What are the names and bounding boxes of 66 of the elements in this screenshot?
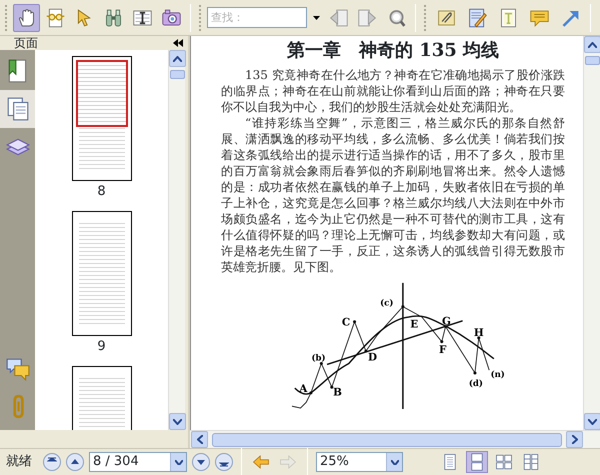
chevron-up-icon <box>588 42 597 48</box>
forward-arrow-icon <box>279 453 297 471</box>
chart-label: E <box>410 318 418 330</box>
scroll-left-button[interactable] <box>191 431 208 448</box>
find-previous-icon <box>328 6 349 28</box>
scroll-thumb[interactable] <box>585 56 600 65</box>
page-thumbnail[interactable] <box>72 211 132 336</box>
tool-button[interactable] <box>13 4 40 32</box>
caret-icon <box>174 460 182 464</box>
body-paragraph: “谁持彩练当空舞”，示意图三，格兰威尔氏的那条自然舒展、潇洒飘逸的移动平均线，多么流畅、多么优美！倘若我们按着这条弧线给出的提示进行适当操作的话，用不了多久，股市里的百万富翁就会象雨后春笋似的齐刷刷地冒将出来。然令人遗憾的是：成功者依然在赢钱的单子上加码，失败者依旧在亏损的单子上补仓，这究竟是怎么回事？格兰威尔均线八大法则在中外市场颇负盛名，迄今为止它仍然是一种不可替代的测市工具，这有什么值得怀疑的吗？理论上无懈可击，均线参数却大有问题，或许是格老先生留了一手，反正，这条诱人的弧线曾引得无数股市英雄竞折腰。见下图。 <box>221 115 565 275</box>
panel-title: 页面 <box>14 36 38 52</box>
next-page-button[interactable] <box>192 453 210 471</box>
pages-icon <box>4 96 30 122</box>
panel-tab[interactable] <box>0 90 35 128</box>
dropdown-caret-icon <box>312 16 320 20</box>
previous-page-icon <box>70 457 80 467</box>
chart-label: (d) <box>468 379 483 390</box>
chevron-left-icon <box>196 435 202 444</box>
text-box-icon <box>498 6 519 28</box>
chart-label: H <box>474 327 484 339</box>
last-page-button[interactable] <box>215 453 233 471</box>
scroll-up-button[interactable] <box>169 50 186 67</box>
zoom-combo[interactable]: 25% <box>316 452 403 472</box>
status-text: 就绪 <box>6 453 32 472</box>
chevron-down-icon <box>173 418 182 424</box>
next-page-icon <box>196 457 206 467</box>
chart-label: G <box>442 316 451 328</box>
find-next-icon <box>357 6 378 28</box>
chevron-down-icon <box>588 418 597 424</box>
binoculars-icon <box>103 6 124 28</box>
view-mode-button[interactable] <box>466 451 488 473</box>
chart-label: (b) <box>312 354 326 364</box>
pencil-note-icon <box>467 6 488 28</box>
page-thumbnail[interactable] <box>72 56 132 181</box>
scroll-thumb[interactable] <box>212 432 562 446</box>
continuous-facing-icon <box>522 453 540 471</box>
scroll-down-button[interactable] <box>169 413 186 430</box>
page-number-combo[interactable]: 8 / 304 <box>89 452 187 472</box>
chart-label: A <box>299 382 308 395</box>
chart-label: F <box>439 344 446 356</box>
chart-label: C <box>342 316 350 329</box>
chart-label: (n) <box>490 370 505 380</box>
current-view-frame <box>76 60 128 127</box>
scroll-down-button[interactable] <box>584 413 600 430</box>
scroll-right-button[interactable] <box>566 431 583 448</box>
hand-icon <box>16 6 37 28</box>
glasses-icon <box>45 6 66 28</box>
chevron-up-icon <box>173 56 182 62</box>
caret-icon <box>390 460 398 464</box>
body-paragraph: 135 究竟神奇在什么地方？神奇在它准确地揭示了股价涨跌的临界点；神奇在在山前就能让你看到山后面的路；神奇在只要你不以自我为中心，我们的炒股生活就会处处充满阳光。 <box>221 67 565 115</box>
search-field[interactable]: 查找： <box>207 7 307 28</box>
page-number: 8 <box>97 184 106 199</box>
back-arrow-icon <box>252 453 270 471</box>
page-number: 9 <box>97 339 106 354</box>
first-page-button[interactable] <box>43 453 61 471</box>
camera-icon <box>161 6 182 28</box>
chart-label: B <box>333 386 342 399</box>
previous-page-button[interactable] <box>66 453 84 471</box>
chart-label: (c) <box>380 298 394 309</box>
chart-label: D <box>368 352 378 364</box>
comments-icon <box>4 356 30 382</box>
scroll-up-button[interactable] <box>584 36 600 53</box>
facing-page-icon <box>495 453 513 471</box>
chevron-right-icon <box>572 435 578 444</box>
scroll-thumb[interactable] <box>170 70 185 79</box>
chapter-heading: 第一章 神奇的 135 均线 <box>286 40 500 62</box>
